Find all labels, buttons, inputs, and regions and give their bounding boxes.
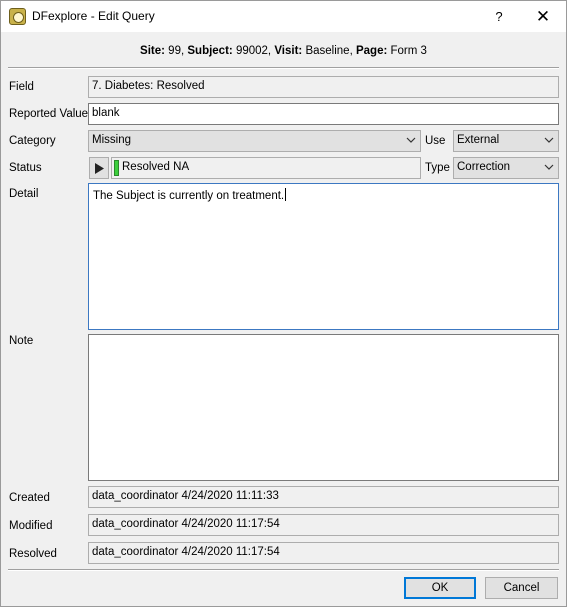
window-title: DFexplore - Edit Query — [32, 9, 155, 23]
created-label: Created — [9, 492, 50, 504]
use-label: Use — [425, 135, 446, 147]
page-label: Page: — [355, 45, 388, 57]
status-value: Resolved NA — [122, 161, 190, 173]
green-status-led — [114, 160, 119, 176]
help-button[interactable]: ? — [487, 5, 511, 29]
cancel-button[interactable]: Cancel — [485, 577, 558, 599]
type-selected: Correction — [457, 161, 511, 173]
chevron-down-icon — [406, 135, 416, 145]
modified-label: Modified — [9, 520, 53, 532]
header-divider — [8, 67, 559, 69]
category-select[interactable]: Missing — [88, 130, 421, 152]
field-display: 7. Diabetes: Resolved — [88, 76, 559, 98]
type-select[interactable]: Correction — [453, 157, 559, 179]
page-value: Form 3 — [390, 45, 427, 57]
use-select[interactable]: External — [453, 130, 559, 152]
type-label: Type — [425, 162, 450, 174]
modified-display: data_coordinator 4/24/2020 11:17:54 — [88, 514, 559, 536]
site-label: Site: — [140, 45, 165, 57]
ok-button[interactable]: OK — [404, 577, 476, 599]
note-textarea[interactable] — [88, 334, 559, 481]
category-label: Category — [9, 135, 56, 147]
status-advance-button[interactable] — [89, 157, 109, 179]
resolved-display: data_coordinator 4/24/2020 11:17:54 — [88, 542, 559, 564]
detail-text: The Subject is currently on treatment. — [93, 190, 285, 202]
note-label: Note — [9, 335, 34, 347]
visit-value: Baseline, — [305, 45, 353, 57]
visit-label: Visit: — [274, 45, 303, 57]
detail-textarea[interactable]: The Subject is currently on treatment. — [88, 183, 559, 330]
category-selected: Missing — [92, 134, 131, 146]
use-selected: External — [457, 134, 500, 146]
footer-divider — [8, 569, 559, 571]
text-caret — [285, 188, 287, 201]
created-display: data_coordinator 4/24/2020 11:11:33 — [88, 486, 559, 508]
title-bar: DFexplore - Edit Query ? ✕ — [1, 1, 566, 32]
subject-value: 99002, — [235, 45, 272, 57]
reported-value-label: Reported Value — [9, 108, 89, 120]
field-label: Field — [9, 81, 34, 93]
reported-value-input[interactable]: blank — [88, 103, 559, 125]
detail-label: Detail — [9, 188, 39, 200]
chevron-down-icon — [544, 162, 554, 172]
close-button[interactable]: ✕ — [528, 4, 558, 30]
edit-query-dialog: DFexplore - Edit Query ? ✕ Site: 99, Sub… — [0, 0, 567, 607]
context-header: Site: 99, Subject: 99002, Visit: Baselin… — [1, 45, 566, 57]
site-value: 99, — [168, 45, 185, 57]
resolved-label: Resolved — [9, 548, 57, 560]
subject-label: Subject: — [187, 45, 233, 57]
chevron-down-icon — [544, 135, 554, 145]
dfexplore-app-icon — [9, 8, 26, 25]
status-label: Status — [9, 162, 42, 174]
status-display: Resolved NA — [111, 157, 421, 179]
